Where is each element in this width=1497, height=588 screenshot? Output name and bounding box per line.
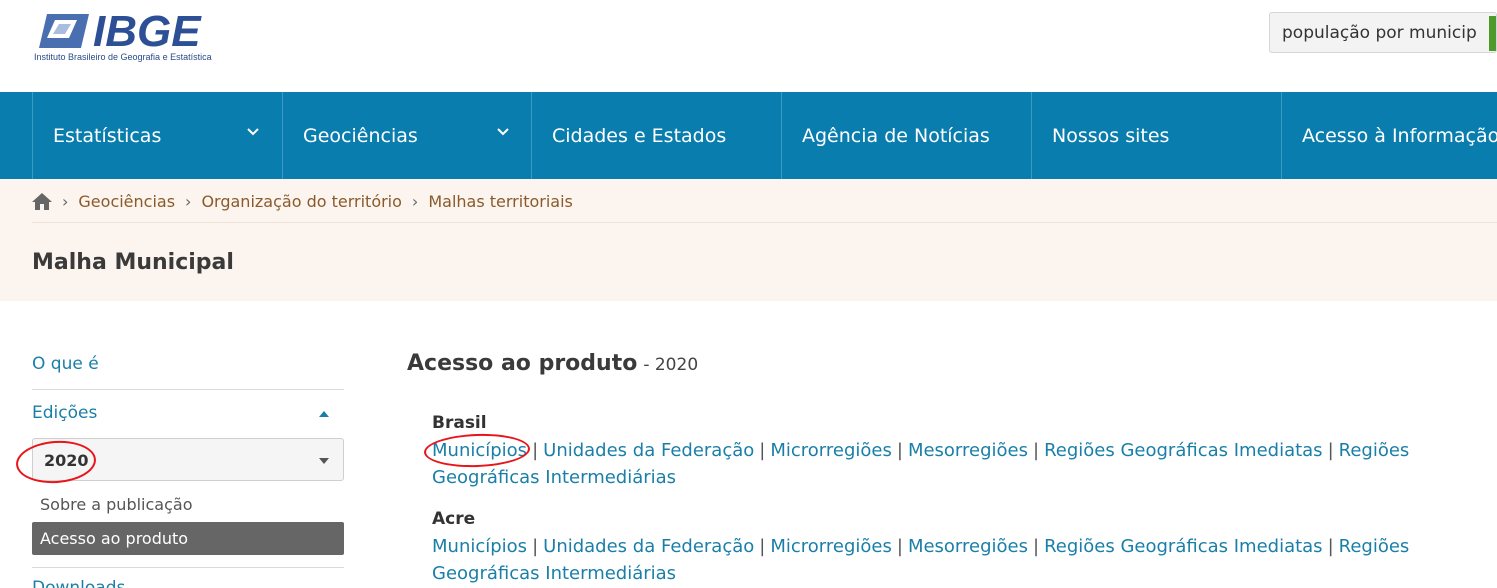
sidebar-item-edicoes[interactable]: Edições — [32, 403, 97, 423]
region-links-brasil: Municípios | Unidades da Federação | Microrr… — [432, 437, 1482, 491]
nav-item-agencia-noticias[interactable]: Agência de Notícias — [781, 92, 1031, 179]
separator: | — [1033, 440, 1040, 461]
page-title: Malha Municipal — [32, 250, 234, 275]
nav-item-label: Agência de Notícias — [802, 124, 990, 147]
separator: | — [532, 536, 539, 557]
chevron-down-icon — [247, 128, 259, 136]
edition-select-value: 2020 — [44, 451, 89, 470]
sidebar-item-o-que-e[interactable]: O que é — [32, 354, 99, 374]
nav-item-label: Acesso à Informação — [1302, 124, 1497, 147]
link-regioes-imediatas[interactable]: Regiões Geográficas Imediatas — [1044, 536, 1322, 557]
nav-item-acesso-informacao[interactable]: Acesso à Informação — [1281, 92, 1497, 179]
sidebar-item-downloads[interactable]: Downloads — [32, 578, 125, 588]
region-name-brasil: Brasil — [432, 413, 487, 433]
link-microrregioes[interactable]: Microrregiões — [770, 440, 892, 461]
section-title-text: Acesso ao produto — [407, 351, 638, 376]
separator: | — [1033, 536, 1040, 557]
breadcrumb-organizacao[interactable]: Organização do território — [201, 192, 401, 211]
link-unidades-federacao[interactable]: Unidades da Federação — [543, 536, 754, 557]
chevron-down-icon — [497, 128, 509, 136]
search-accent-bar — [1489, 16, 1496, 51]
nav-item-cidades-estados[interactable]: Cidades e Estados — [531, 92, 781, 179]
link-municipios[interactable]: Municípios — [432, 536, 527, 557]
nav-item-estatisticas[interactable]: Estatísticas — [32, 92, 282, 179]
separator: | — [1327, 536, 1334, 557]
separator: | — [532, 440, 539, 461]
nav-item-geociencias[interactable]: Geociências — [282, 92, 532, 179]
logo-subtitle: Instituto Brasileiro de Geografia e Esta… — [34, 52, 212, 62]
band-divider — [32, 222, 1497, 223]
sidebar-item-sobre[interactable]: Sobre a publicação — [40, 495, 192, 514]
separator: | — [1327, 440, 1334, 461]
sidebar-divider — [32, 389, 344, 390]
separator: | — [759, 440, 766, 461]
region-name-acre: Acre — [432, 509, 476, 529]
section-title: Acesso ao produto - 2020 — [407, 351, 698, 376]
nav-item-label: Geociências — [303, 124, 418, 147]
link-regioes-imediatas[interactable]: Regiões Geográficas Imediatas — [1044, 440, 1322, 461]
site-header: IBGE Instituto Brasileiro de Geografia e… — [0, 0, 1497, 92]
separator: | — [896, 440, 903, 461]
nav-item-label: Cidades e Estados — [552, 124, 727, 147]
sidebar-item-acesso-active[interactable]: Acesso ao produto — [32, 522, 344, 555]
section-year: - 2020 — [643, 355, 699, 375]
region-links-acre: Municípios | Unidades da Federação | Microrr… — [432, 533, 1482, 587]
link-municipios[interactable]: Municípios — [432, 440, 527, 461]
nav-item-nossos-sites[interactable]: Nossos sites — [1031, 92, 1281, 179]
breadcrumb-malhas[interactable]: Malhas territoriais — [428, 192, 573, 211]
chevron-right-icon: › — [185, 191, 192, 211]
nav-item-label: Estatísticas — [53, 124, 162, 147]
svg-text:IBGE: IBGE — [93, 8, 202, 56]
edition-select[interactable]: 2020 — [32, 438, 344, 481]
search-input[interactable] — [1270, 13, 1490, 52]
home-icon[interactable] — [32, 192, 52, 210]
link-microrregioes[interactable]: Microrregiões — [770, 536, 892, 557]
caret-up-icon[interactable] — [319, 411, 329, 417]
breadcrumb-geociencias[interactable]: Geociências — [78, 192, 175, 211]
separator: | — [759, 536, 766, 557]
main-nav: Estatísticas Geociências Cidades e Estad… — [0, 92, 1497, 179]
separator: | — [896, 536, 903, 557]
sidebar-divider — [32, 567, 344, 568]
chevron-right-icon: › — [411, 191, 419, 211]
breadcrumb: › Geociências › Organização do territóri… — [32, 190, 573, 212]
link-mesorregioes[interactable]: Mesorregiões — [908, 536, 1028, 557]
link-unidades-federacao[interactable]: Unidades da Federação — [543, 440, 754, 461]
nav-item-label: Nossos sites — [1052, 124, 1170, 147]
search-box[interactable] — [1269, 12, 1497, 53]
caret-down-icon — [319, 458, 329, 464]
link-mesorregioes[interactable]: Mesorregiões — [908, 440, 1028, 461]
chevron-right-icon: › — [62, 191, 69, 211]
